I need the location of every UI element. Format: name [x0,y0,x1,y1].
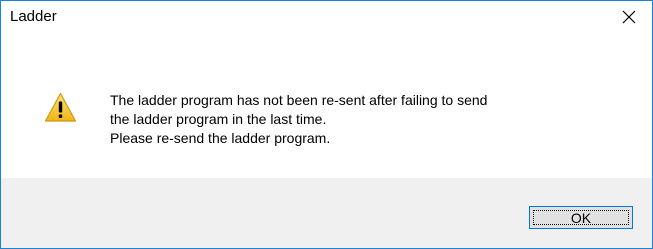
message-line: The ladder program has not been re-sent … [110,92,488,108]
message-line: Please re-send the ladder program. [110,130,331,146]
button-bar: OK [1,178,652,248]
title-bar[interactable]: Ladder [1,1,652,32]
message-text: The ladder program has not been re-sent … [110,91,630,148]
message-dialog: Ladder The ladder program has not been r… [0,0,653,249]
window-title: Ladder [10,8,57,25]
message-line: the ladder program in the last time. [110,111,327,127]
close-button[interactable] [606,1,652,32]
close-icon [622,10,636,23]
ok-button[interactable]: OK [529,206,633,229]
ok-button-label: OK [533,210,629,226]
dialog-content: The ladder program has not been re-sent … [1,32,652,178]
warning-icon [44,92,77,122]
